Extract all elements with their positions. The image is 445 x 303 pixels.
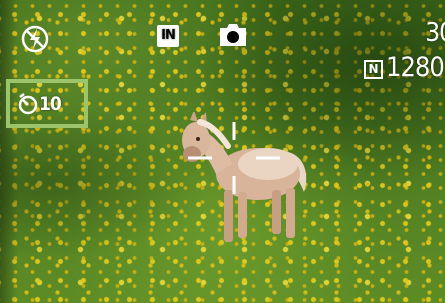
focus-frame <box>188 122 280 194</box>
self-timer-seconds: 10 <box>39 92 62 115</box>
quality-badge: N <box>364 60 383 79</box>
flash-off-icon <box>21 25 49 53</box>
image-resolution: 1280 <box>386 52 445 83</box>
camera-icon <box>220 24 246 46</box>
camera-viewfinder: IN 30 N 1280 10 <box>0 0 445 303</box>
shots-remaining: 30 <box>425 18 445 48</box>
self-timer-indicator[interactable]: 10 <box>6 79 88 128</box>
self-timer-icon <box>18 92 38 114</box>
internal-memory-badge: IN <box>157 25 179 47</box>
